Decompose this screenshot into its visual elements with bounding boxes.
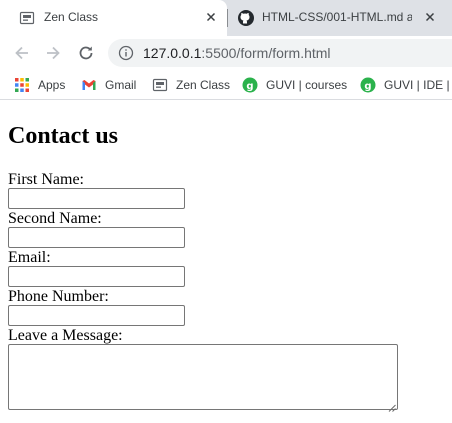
address-bar[interactable]: 127.0.0.1:5500/form/form.html (108, 39, 452, 67)
zen-class-icon (19, 10, 35, 26)
tab-github[interactable]: HTML-CSS/001-HTML.md at (228, 0, 452, 36)
first-name-label: First Name: (8, 171, 84, 188)
tab-strip: Zen Class HTML-CSS/001-HTML.md at (0, 0, 452, 36)
guvi-icon: g (360, 77, 376, 93)
message-label: Leave a Message: (8, 327, 123, 344)
bookmark-label: GUVI | IDE | F (384, 78, 452, 92)
resize-handle-icon[interactable] (387, 399, 396, 412)
bookmark-gmail[interactable]: Gmail (81, 75, 136, 95)
github-icon (237, 9, 255, 27)
forward-arrow-icon[interactable] (43, 43, 63, 63)
url-host: 127.0.0.1 (143, 45, 202, 61)
email-label: Email: (8, 249, 51, 266)
first-name-input[interactable] (8, 188, 185, 209)
svg-text:g: g (364, 81, 371, 92)
close-tab-icon[interactable] (203, 9, 219, 25)
tab-title: Zen Class (44, 10, 99, 24)
page-title: Contact us (8, 123, 119, 149)
phone-number-input[interactable] (8, 305, 185, 326)
gmail-icon (81, 77, 97, 93)
bookmark-apps[interactable]: Apps (14, 75, 65, 95)
bookmark-label: GUVI | courses (266, 78, 348, 92)
bookmark-guvi-ide[interactable]: g GUVI | IDE | F (360, 75, 452, 95)
phone-number-label: Phone Number: (8, 288, 109, 305)
svg-text:g: g (246, 81, 253, 92)
guvi-icon: g (242, 77, 258, 93)
bookmark-label: Zen Class (176, 78, 231, 92)
bookmark-guvi-courses[interactable]: g GUVI | courses (242, 75, 347, 95)
apps-grid-icon (14, 77, 30, 93)
back-arrow-icon[interactable] (12, 43, 32, 63)
url-path: :5500/form/form.html (201, 45, 331, 61)
second-name-label: Second Name: (8, 210, 102, 227)
tab-zen-class[interactable]: Zen Class (0, 0, 227, 36)
bookmark-label: Gmail (105, 78, 137, 92)
zen-class-icon (152, 77, 168, 93)
email-input[interactable] (8, 266, 185, 287)
reload-icon[interactable] (76, 43, 96, 63)
bookmark-label: Apps (38, 78, 66, 92)
bookmarks-bar: Apps Gmail Zen Class g GUVI | courses g … (0, 70, 452, 100)
tab-title: HTML-CSS/001-HTML.md at (262, 10, 412, 24)
site-info-icon[interactable] (118, 45, 134, 61)
close-tab-icon[interactable] (422, 9, 438, 25)
bookmark-zen-class[interactable]: Zen Class (152, 75, 230, 95)
url-text: 127.0.0.1:5500/form/form.html (143, 45, 331, 61)
message-textarea[interactable] (8, 344, 398, 412)
browser-toolbar: 127.0.0.1:5500/form/form.html (0, 36, 452, 70)
page-content: Contact us First Name: Second Name: Emai… (0, 101, 452, 423)
second-name-input[interactable] (8, 227, 185, 248)
